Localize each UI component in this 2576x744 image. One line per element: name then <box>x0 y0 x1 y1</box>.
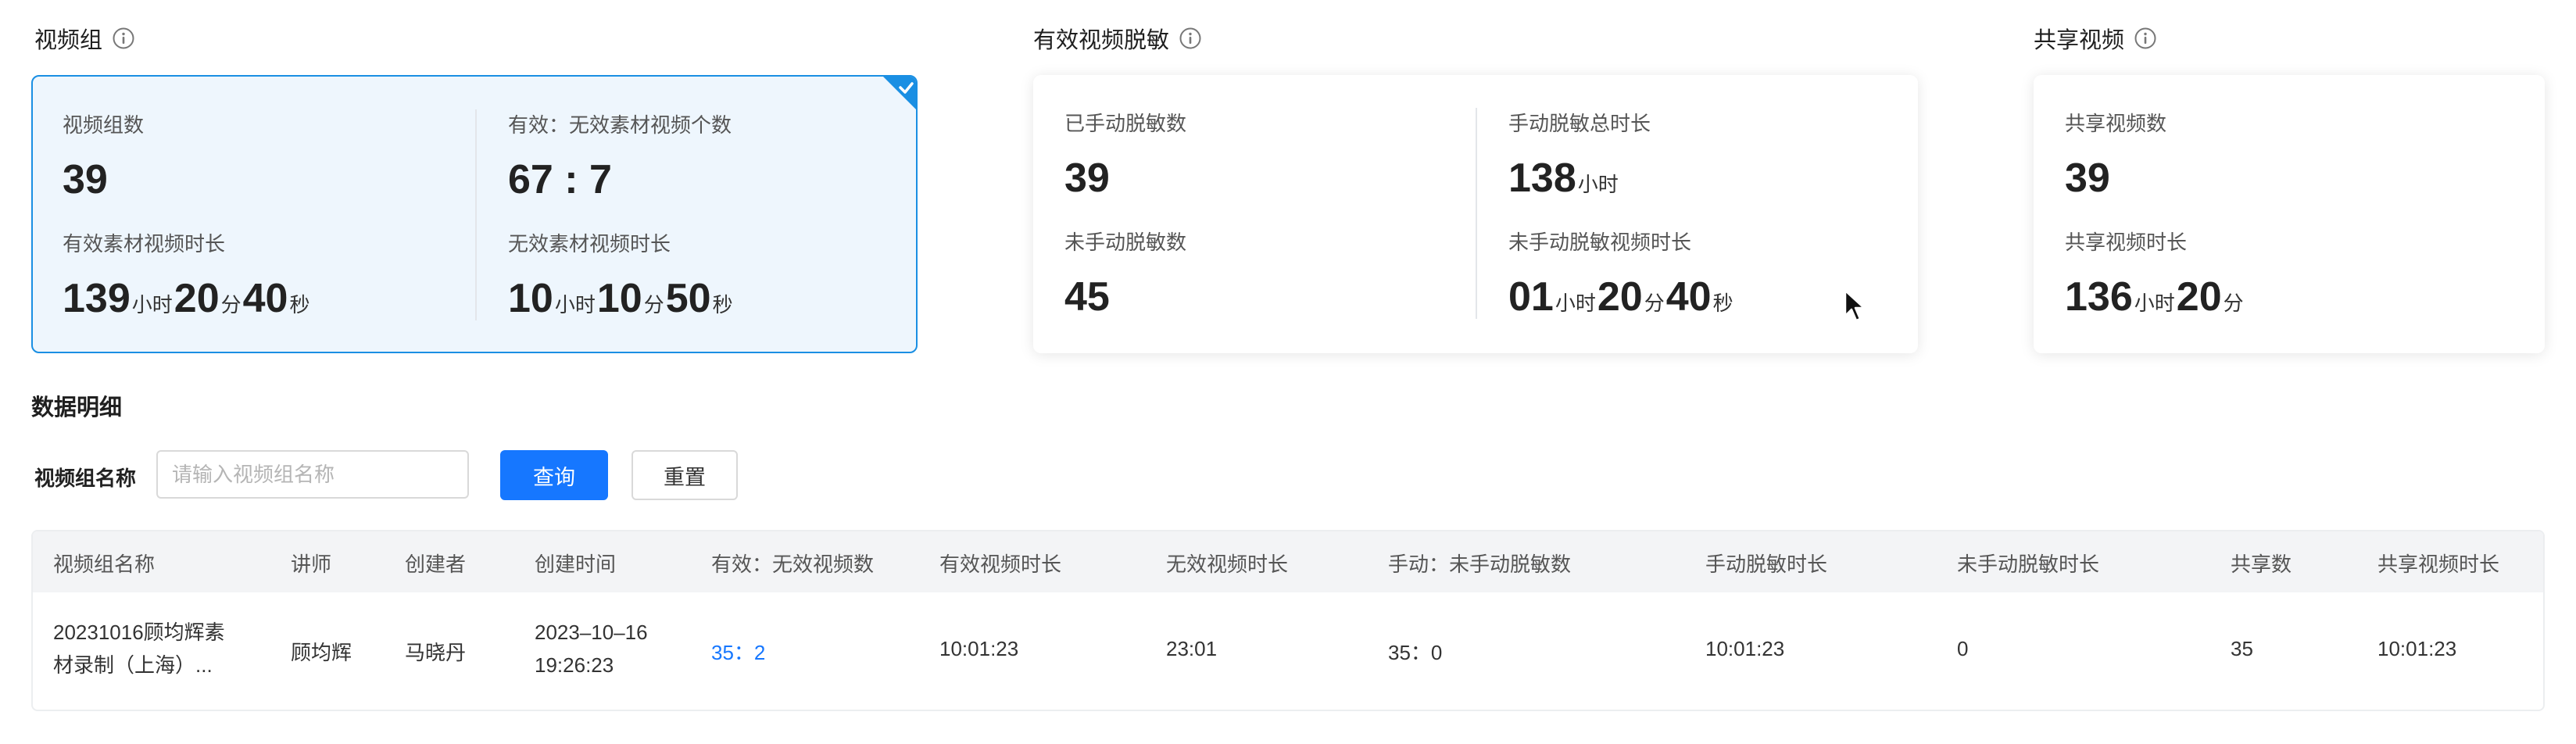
th-share-count: 共享数 <box>2231 553 2292 576</box>
check-corner-icon <box>883 77 916 109</box>
ratio-value: 67 : 7 <box>508 157 612 202</box>
video-group-name-input[interactable] <box>156 450 469 499</box>
desensitize-card[interactable]: 已手动脱敏数 39 未手动脱敏数 45 手动脱敏总时长 138小时 未手动脱敏视… <box>1033 75 1918 353</box>
share-duration-value: 136小时20分 <box>2065 277 2245 317</box>
group-count-value: 39 <box>63 157 108 202</box>
unit-hour: 小时 <box>131 293 173 317</box>
unmanual-hours: 01 <box>1508 274 1554 320</box>
info-icon[interactable] <box>1179 27 1202 50</box>
unit-second: 秒 <box>1712 292 1733 315</box>
share-card[interactable]: 共享视频数 39 共享视频时长 136小时20分 <box>2034 75 2545 353</box>
invalid-seconds: 50 <box>665 276 711 321</box>
info-icon[interactable] <box>2134 27 2157 50</box>
info-icon[interactable] <box>112 27 135 50</box>
th-manual-duration: 手动脱敏时长 <box>1705 553 1828 576</box>
share-count-value: 39 <box>2065 156 2110 201</box>
video-group-card[interactable]: 视频组数 39 有效素材视频时长 139小时20分40秒 有效：无效素材视频个数… <box>31 75 918 353</box>
invalid-duration-value: 10小时10分50秒 <box>508 278 735 319</box>
cell-group-name-line2: 材录制（上海）... <box>53 653 213 677</box>
cell-group-name-line1: 20231016顾均辉素 <box>53 621 225 644</box>
invalid-hours: 10 <box>508 276 553 321</box>
card-divider <box>1476 108 1477 319</box>
unit-minute: 分 <box>2223 292 2244 315</box>
unmanual-duration-value: 01小时20分40秒 <box>1508 277 1735 317</box>
table-header: 视频组名称 讲师 创建者 创建时间 有效：无效视频数 有效视频时长 无效视频时长… <box>33 531 2543 592</box>
valid-duration-value: 139小时20分40秒 <box>63 278 312 319</box>
video-group-title-text: 视频组 <box>34 28 103 53</box>
share-hours: 136 <box>2065 274 2133 320</box>
unit-minute: 分 <box>643 293 664 317</box>
unmanual-duration-label: 未手动脱敏视频时长 <box>1508 231 1692 254</box>
cell-valid-invalid-link[interactable]: 35：2 <box>711 637 765 666</box>
share-title-text: 共享视频 <box>2034 28 2125 53</box>
cell-time: 19:26:23 <box>535 653 614 677</box>
unit-hour: 小时 <box>1555 292 1596 315</box>
th-share-duration: 共享视频时长 <box>2377 553 2500 576</box>
share-count-label: 共享视频数 <box>2065 112 2167 135</box>
video-group-title: 视频组 <box>34 22 135 55</box>
th-teacher: 讲师 <box>291 553 332 576</box>
card-divider <box>475 109 477 320</box>
unit-second: 秒 <box>289 293 310 317</box>
unmanual-count-value: 45 <box>1064 274 1110 320</box>
cell-unmanual-duration: 0 <box>1957 637 1969 660</box>
unmanual-seconds: 40 <box>1665 274 1712 320</box>
unit-hour: 小时 <box>554 293 596 317</box>
manual-total-label: 手动脱敏总时长 <box>1508 112 1651 135</box>
query-button[interactable]: 查询 <box>500 450 608 500</box>
manual-count-value: 39 <box>1064 156 1110 201</box>
manual-total-hours: 138 <box>1508 156 1576 201</box>
manual-count-label: 已手动脱敏数 <box>1064 112 1187 135</box>
reset-button[interactable]: 重置 <box>631 450 738 500</box>
desensitize-title: 有效视频脱敏 <box>1033 22 1202 55</box>
th-group-name: 视频组名称 <box>53 553 156 576</box>
cell-teacher: 顾均辉 <box>291 641 352 664</box>
cell-valid-duration: 10:01:23 <box>939 637 1019 660</box>
detail-title: 数据明细 <box>31 395 123 420</box>
th-creator: 创建者 <box>405 553 467 576</box>
cell-manual-duration: 10:01:23 <box>1705 637 1785 660</box>
th-created-time: 创建时间 <box>535 553 617 576</box>
cell-share-duration: 10:01:23 <box>2377 637 2457 660</box>
valid-minutes: 20 <box>174 276 220 321</box>
share-minutes: 20 <box>2176 274 2222 320</box>
cell-group-name[interactable]: 20231016顾均辉素 材录制（上海）... <box>53 616 225 681</box>
cell-share-count: 35 <box>2231 637 2253 660</box>
data-table: 视频组名称 讲师 创建者 创建时间 有效：无效视频数 有效视频时长 无效视频时长… <box>31 530 2545 711</box>
th-valid-duration: 有效视频时长 <box>939 553 1062 576</box>
manual-total-value: 138小时 <box>1508 158 1620 199</box>
cell-date: 2023–10–16 <box>535 621 648 644</box>
th-invalid-duration: 无效视频时长 <box>1166 553 1289 576</box>
th-valid-invalid: 有效：无效视频数 <box>711 553 875 576</box>
valid-seconds: 40 <box>242 276 288 321</box>
unit-minute: 分 <box>1644 292 1665 315</box>
mouse-cursor-icon <box>1844 289 1866 322</box>
valid-duration-label: 有效素材视频时长 <box>63 232 226 256</box>
share-title: 共享视频 <box>2034 22 2157 55</box>
share-duration-label: 共享视频时长 <box>2065 231 2188 254</box>
desensitize-title-text: 有效视频脱敏 <box>1033 28 1170 53</box>
unit-hour: 小时 <box>1577 173 1619 196</box>
unmanual-count-label: 未手动脱敏数 <box>1064 231 1187 254</box>
unit-hour: 小时 <box>2134 292 2175 315</box>
cell-created-time: 2023–10–16 19:26:23 <box>535 616 648 681</box>
unit-minute: 分 <box>220 293 242 317</box>
invalid-minutes: 10 <box>596 276 642 321</box>
valid-hours: 139 <box>63 276 131 321</box>
ratio-label: 有效：无效素材视频个数 <box>508 113 732 137</box>
cell-manual-ratio: 35：0 <box>1388 641 1443 664</box>
cell-invalid-duration: 23:01 <box>1166 637 1218 660</box>
unit-second: 秒 <box>712 293 733 317</box>
th-unmanual-duration: 未手动脱敏时长 <box>1957 553 2100 576</box>
filter-label: 视频组名称 <box>34 467 137 490</box>
group-count-label: 视频组数 <box>63 113 145 137</box>
cell-creator: 马晓丹 <box>405 641 467 664</box>
th-manual-ratio: 手动：未手动脱敏数 <box>1388 553 1572 576</box>
invalid-duration-label: 无效素材视频时长 <box>508 232 671 256</box>
unmanual-minutes: 20 <box>1597 274 1643 320</box>
